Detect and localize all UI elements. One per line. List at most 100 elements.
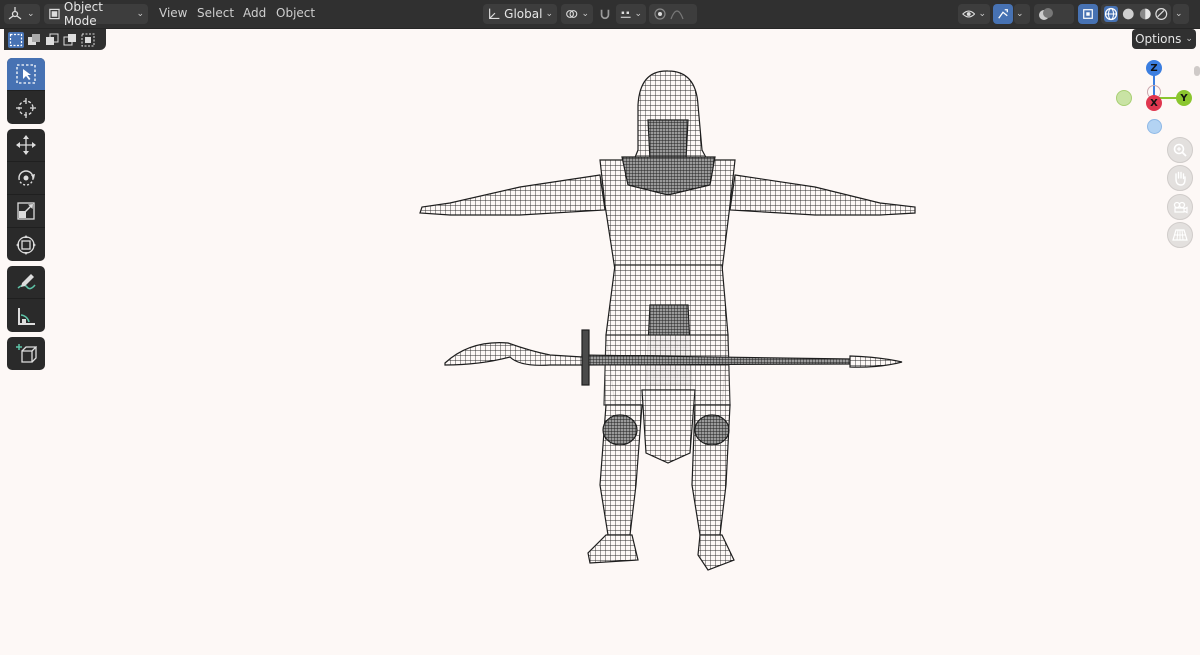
options-label: Options [1135, 32, 1182, 46]
viewport-scrollbar[interactable] [1194, 66, 1200, 76]
object-mode-icon [49, 8, 60, 20]
visibility-dropdown[interactable]: ⌄ [958, 4, 990, 24]
cursor-tool[interactable] [7, 91, 45, 124]
tool-group-transform [7, 129, 45, 261]
annotate-pencil-icon [17, 274, 36, 290]
select-subtract-icon [46, 33, 59, 45]
snap-target-dropdown[interactable]: ⌄ [616, 4, 646, 24]
select-extend-icon [28, 33, 40, 45]
chevron-down-icon: ⌄ [136, 9, 144, 19]
chevron-down-icon: ⌄ [634, 9, 642, 19]
proportional-editing-icon [654, 8, 666, 20]
chevron-down-icon: ⌄ [1185, 34, 1193, 44]
measure-tool[interactable] [7, 299, 45, 332]
select-box-tool[interactable] [7, 58, 45, 91]
orientation-axes-icon [489, 8, 500, 20]
camera-view-button[interactable] [1167, 194, 1193, 220]
rotate-icon [18, 170, 35, 186]
hand-icon [1175, 171, 1186, 186]
move-tool[interactable] [7, 129, 45, 162]
grid-perspective-icon [1172, 229, 1188, 241]
cursor-icon [16, 97, 36, 118]
model-left-arm [419, 174, 606, 216]
axis-y-label: Y [1180, 92, 1188, 104]
select-invert-icon [63, 33, 76, 45]
select-new-button[interactable] [8, 31, 24, 48]
scale-icon [17, 202, 35, 220]
select-box-icon [16, 64, 36, 84]
axis-y-handle[interactable]: Y [1176, 90, 1192, 106]
selection-mode-group [4, 29, 106, 50]
chevron-down-icon: ⌄ [581, 9, 589, 19]
solid-shading-icon[interactable] [1122, 7, 1135, 21]
scale-tool[interactable] [7, 195, 45, 228]
pan-button[interactable] [1167, 165, 1193, 191]
model-right-arm [729, 174, 916, 216]
measure-ruler-icon [18, 307, 35, 325]
mode-dropdown[interactable]: Object Mode ⌄ [44, 0, 148, 28]
zoom-button[interactable] [1167, 137, 1193, 163]
gizmo-icon [998, 9, 1008, 19]
viewport-header: ⌄ Object Mode ⌄ View Select Add Object G… [0, 0, 1200, 29]
magnet-icon [600, 9, 610, 20]
editor-type-button[interactable]: ⌄ [4, 4, 40, 24]
gizmo-dropdown[interactable]: ⌄ [1014, 4, 1030, 24]
add-cube-icon [16, 343, 37, 363]
add-cube-tool[interactable] [7, 337, 45, 370]
pivot-point-dropdown[interactable]: ⌄ [561, 4, 593, 24]
axis-z-handle[interactable]: Z [1146, 60, 1162, 76]
navigation-gizmo[interactable]: Z Y X [1110, 58, 1200, 138]
orientation-label: Global [504, 7, 543, 21]
menu-add[interactable]: Add [243, 6, 266, 20]
chevron-down-icon: ⌄ [27, 9, 35, 19]
shading-dropdown[interactable]: ⌄ [1173, 4, 1189, 24]
select-set-icon [9, 33, 23, 46]
transform-tool[interactable] [7, 228, 45, 261]
chevron-down-icon: ⌄ [978, 9, 986, 19]
select-extend-button[interactable] [26, 32, 42, 48]
gizmo-toggle[interactable] [993, 4, 1013, 24]
falloff-curve-icon [670, 10, 684, 20]
xray-toggle[interactable] [1078, 4, 1098, 24]
tool-group-annotate [7, 266, 45, 332]
rendered-shading-icon[interactable] [1155, 7, 1168, 21]
chevron-down-icon: ⌄ [1175, 9, 1183, 19]
select-intersect-button[interactable] [80, 32, 96, 48]
shading-mode-group[interactable] [1101, 4, 1171, 24]
select-subtract-button[interactable] [44, 32, 60, 48]
transform-orientation-dropdown[interactable]: Global ⌄ [483, 4, 557, 24]
xray-icon [1083, 9, 1093, 19]
axis-z-label: Z [1150, 62, 1158, 74]
transform-icon [16, 234, 36, 255]
menu-select[interactable]: Select [197, 6, 234, 20]
axis-neg-z-handle[interactable] [1147, 119, 1162, 134]
material-shading-icon[interactable] [1139, 7, 1152, 21]
axis-x-label: X [1150, 97, 1158, 109]
select-invert-button[interactable] [62, 32, 78, 48]
pivot-icon [566, 10, 578, 18]
options-dropdown[interactable]: Options ⌄ [1132, 29, 1196, 49]
tool-group-add [7, 337, 45, 370]
camera-icon [1173, 201, 1188, 214]
select-intersect-icon [81, 33, 95, 46]
axis-x-handle[interactable]: X [1146, 95, 1162, 111]
tool-shelf [7, 58, 45, 375]
wireframe-character-model[interactable] [410, 65, 930, 575]
proportional-editing-group[interactable] [649, 4, 697, 24]
overlays-group[interactable] [1034, 4, 1074, 24]
menu-object[interactable]: Object [276, 6, 315, 20]
snap-increment-icon [620, 11, 631, 18]
wireframe-shading-button[interactable] [1104, 6, 1119, 22]
annotate-tool[interactable] [7, 266, 45, 299]
snap-toggle[interactable] [595, 4, 615, 24]
eye-icon [962, 10, 976, 18]
move-arrows-icon [16, 135, 36, 155]
axis-neg-y-handle[interactable] [1116, 90, 1132, 106]
chevron-down-icon: ⌄ [1016, 9, 1024, 19]
chevron-down-icon: ⌄ [545, 9, 553, 19]
mode-label: Object Mode [63, 0, 103, 28]
rotate-tool[interactable] [7, 162, 45, 195]
perspective-toggle-button[interactable] [1167, 222, 1193, 248]
menu-view[interactable]: View [159, 6, 187, 20]
wireframe-sphere-icon [1105, 7, 1118, 21]
